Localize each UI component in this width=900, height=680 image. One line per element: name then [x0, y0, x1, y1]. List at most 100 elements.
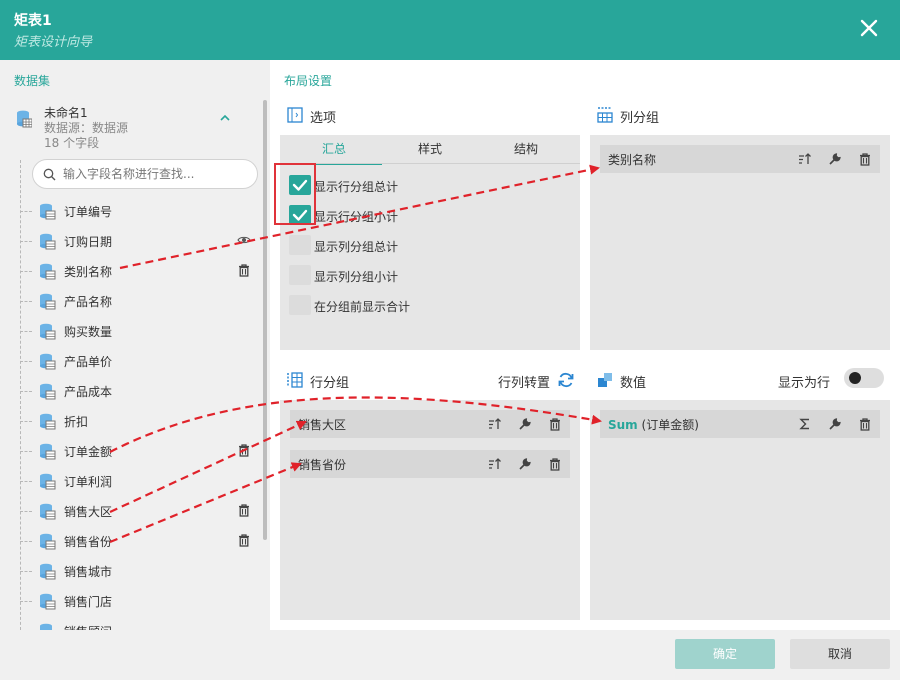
field-item[interactable]: 订单编号: [20, 196, 254, 226]
field-icon: [39, 293, 56, 310]
layout-section-title: 布局设置: [284, 74, 333, 88]
values-title: 数值: [620, 376, 647, 391]
tree-branch: [20, 301, 32, 302]
tree-branch: [20, 361, 32, 362]
trash-icon[interactable]: [237, 503, 251, 517]
field-search[interactable]: [32, 159, 258, 189]
field-item[interactable]: 销售城市: [20, 556, 254, 586]
tree-branch: [20, 481, 32, 482]
field-item[interactable]: 产品单价: [20, 346, 254, 376]
tab-summary[interactable]: 汇总: [286, 135, 382, 165]
search-input[interactable]: [63, 166, 249, 182]
wrench-icon[interactable]: [518, 417, 532, 431]
row-group-item-2[interactable]: 销售省份: [290, 450, 570, 478]
wrench-icon[interactable]: [518, 457, 532, 471]
field-item[interactable]: 销售门店: [20, 586, 254, 616]
scrollbar[interactable]: [263, 100, 267, 540]
sort-icon[interactable]: [488, 417, 502, 431]
dialog-subtitle: 矩表设计向导: [14, 35, 93, 50]
trash-icon[interactable]: [237, 263, 251, 277]
tree-branch: [20, 421, 32, 422]
dataset-field-count: 18 个字段: [44, 136, 100, 150]
option-label: 显示行分组总计: [314, 180, 399, 194]
wrench-icon[interactable]: [828, 417, 842, 431]
transpose-label[interactable]: 行列转置: [498, 372, 550, 391]
tree-branch: [20, 271, 32, 272]
field-icon: [39, 413, 56, 430]
checkbox-box: [289, 265, 311, 285]
field-label: 订购日期: [64, 235, 113, 249]
option-label: 显示列分组总计: [314, 240, 399, 254]
sort-icon[interactable]: [488, 457, 502, 471]
field-label: 购买数量: [64, 325, 113, 339]
values-item[interactable]: Sum (订单金额): [600, 410, 880, 438]
close-icon[interactable]: [858, 17, 880, 39]
field-icon: [39, 443, 56, 460]
field-item[interactable]: 产品成本: [20, 376, 254, 406]
cancel-button[interactable]: 取消: [790, 639, 890, 669]
field-icon: [39, 623, 56, 630]
option-checkbox[interactable]: [289, 265, 311, 285]
field-label: 销售大区: [64, 505, 113, 519]
trash-icon[interactable]: [237, 533, 251, 547]
values-icon: [598, 373, 612, 387]
row-group-item-1[interactable]: 销售大区: [290, 410, 570, 438]
field-item[interactable]: 订单利润: [20, 466, 254, 496]
ok-button[interactable]: 确定: [675, 639, 775, 669]
show-as-row-toggle[interactable]: [844, 368, 884, 388]
column-group-title: 列分组: [620, 111, 660, 126]
column-group-item[interactable]: 类别名称: [600, 145, 880, 173]
option-checkbox[interactable]: [289, 235, 311, 255]
field-item[interactable]: 折扣: [20, 406, 254, 436]
field-item[interactable]: 销售省份: [20, 526, 254, 556]
search-icon: [43, 168, 56, 181]
tree-branch: [20, 601, 32, 602]
trash-icon[interactable]: [858, 152, 872, 166]
tab-structure[interactable]: 结构: [478, 135, 574, 165]
field-icon: [39, 383, 56, 400]
transpose-icon[interactable]: [557, 371, 575, 389]
field-item[interactable]: 购买数量: [20, 316, 254, 346]
trash-icon[interactable]: [548, 417, 562, 431]
tree-branch: [20, 211, 32, 212]
aggregate-label: Sum: [608, 418, 638, 432]
sort-icon[interactable]: [798, 152, 812, 166]
field-label: 销售门店: [64, 595, 113, 609]
row-group-item-label: 销售省份: [298, 458, 347, 472]
chevron-up-icon[interactable]: [218, 112, 232, 124]
field-item[interactable]: 类别名称: [20, 256, 254, 286]
option-label: 在分组前显示合计: [314, 300, 411, 314]
field-label: 产品名称: [64, 295, 113, 309]
field-item[interactable]: 销售大区: [20, 496, 254, 526]
field-item[interactable]: 产品名称: [20, 286, 254, 316]
tree-guide-line: [20, 160, 21, 630]
aggregate-field: (订单金额): [641, 418, 699, 432]
eye-icon[interactable]: [237, 233, 251, 247]
field-label: 产品单价: [64, 355, 113, 369]
highlight-box: [274, 163, 316, 225]
option-label: 显示列分组小计: [314, 270, 399, 284]
trash-icon[interactable]: [237, 443, 251, 457]
field-item[interactable]: 销售顾问: [26, 616, 254, 630]
trash-icon[interactable]: [858, 417, 872, 431]
option-label: 显示行分组小计: [314, 210, 399, 224]
options-tabs: 汇总 样式 结构: [280, 135, 580, 165]
options-title: 选项: [310, 111, 337, 126]
checkbox-box: [289, 235, 311, 255]
tabs-divider: [280, 163, 580, 164]
wrench-icon[interactable]: [828, 152, 842, 166]
option-checkbox[interactable]: [289, 295, 311, 315]
dialog-header: 矩表1 矩表设计向导: [0, 0, 900, 60]
field-label: 订单编号: [64, 205, 113, 219]
tab-style[interactable]: 样式: [382, 135, 478, 165]
row-group-item-label: 销售大区: [298, 418, 347, 432]
field-item[interactable]: 订单金额: [20, 436, 254, 466]
field-item[interactable]: 订购日期: [20, 226, 254, 256]
dataset-icon: [17, 110, 32, 128]
trash-icon[interactable]: [548, 457, 562, 471]
toggle-knob: [849, 372, 861, 384]
row-group-icon: [287, 372, 303, 388]
sigma-icon[interactable]: [798, 417, 812, 431]
field-icon: [39, 323, 56, 340]
field-icon: [39, 263, 56, 280]
